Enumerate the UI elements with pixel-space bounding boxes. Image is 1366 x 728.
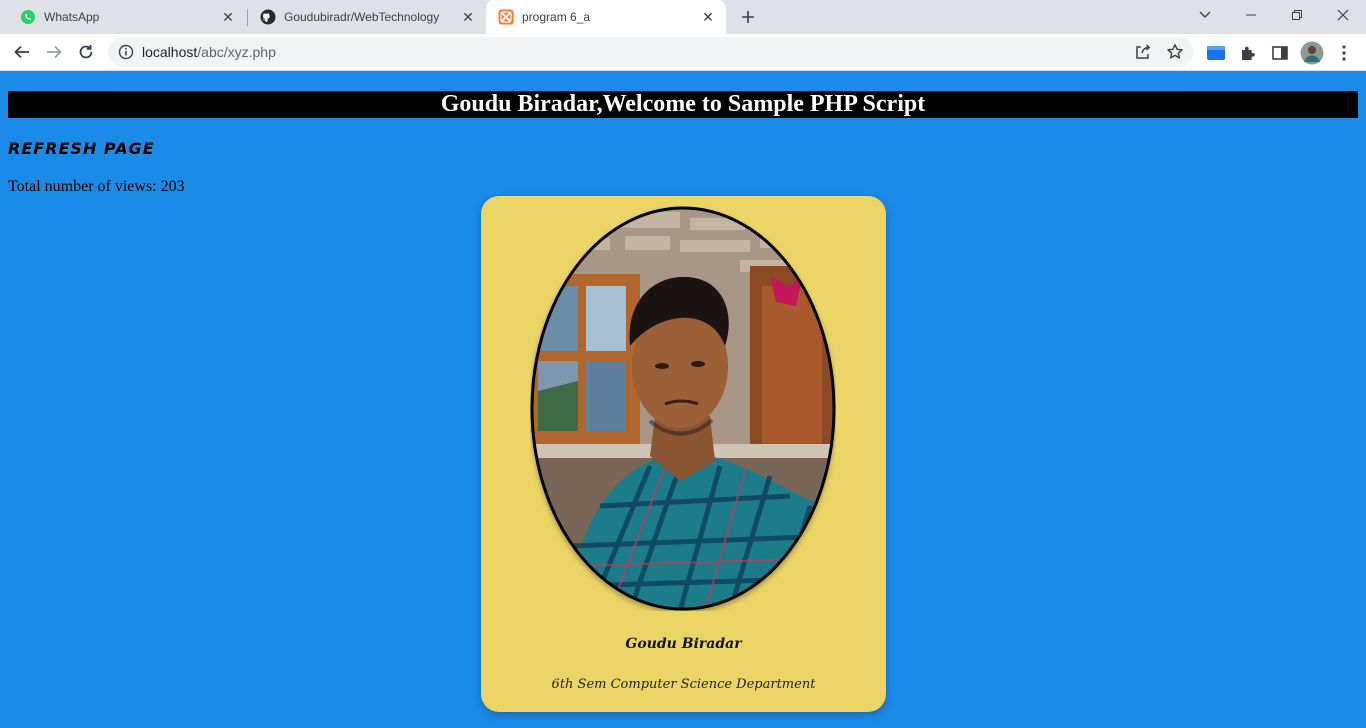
side-panel-icon[interactable]: [1270, 43, 1290, 63]
page-title: Goudu Biradar,Welcome to Sample PHP Scri…: [8, 91, 1358, 118]
avatar[interactable]: [1300, 41, 1324, 65]
view-counter: Total number of views: 203: [8, 178, 185, 195]
profile-card: Goudu Biradar 6th Sem Computer Science D…: [481, 196, 886, 712]
tab-title: program 6_a: [522, 10, 591, 24]
url-text: localhost/abc/xyz.php: [142, 44, 276, 60]
reload-icon: [79, 45, 93, 59]
url-host: localhost: [142, 44, 198, 60]
tab-strip: WhatsApp ✕ Goudubiradr/WebTechnology ✕ p…: [0, 0, 1366, 34]
whatsapp-icon: [20, 9, 36, 25]
tab-title: Goudubiradr/WebTechnology: [284, 10, 440, 24]
tab-github[interactable]: Goudubiradr/WebTechnology ✕: [248, 0, 486, 34]
restore-button[interactable]: [1274, 0, 1320, 30]
extension-icon[interactable]: [1206, 43, 1226, 63]
page-body: Goudu Biradar,Welcome to Sample PHP Scri…: [0, 71, 1366, 728]
close-icon[interactable]: ✕: [698, 7, 718, 27]
github-icon: [260, 9, 276, 25]
xampp-icon: [498, 9, 514, 25]
url-path: /abc/xyz.php: [197, 44, 276, 60]
puzzle-icon[interactable]: [1238, 43, 1258, 63]
minimize-button[interactable]: [1228, 0, 1274, 30]
tab-whatsapp[interactable]: WhatsApp ✕: [8, 0, 246, 34]
more-menu-icon[interactable]: [1334, 43, 1354, 63]
arrow-right-icon: [47, 45, 62, 59]
forward-button[interactable]: [40, 38, 68, 66]
refresh-page-link[interactable]: Refresh page: [8, 139, 155, 158]
close-icon[interactable]: ✕: [458, 7, 478, 27]
tab-program[interactable]: program 6_a ✕: [486, 0, 726, 34]
close-icon[interactable]: ✕: [218, 7, 238, 27]
tab-title: WhatsApp: [44, 10, 100, 24]
back-button[interactable]: [8, 38, 36, 66]
arrow-left-icon: [14, 45, 29, 59]
close-window-button[interactable]: [1320, 0, 1366, 30]
card-name: Goudu Biradar: [625, 636, 742, 652]
chevron-down-icon: [1199, 11, 1211, 18]
address-bar[interactable]: localhost/abc/xyz.php: [108, 37, 1194, 67]
bookmark-star-icon[interactable]: [1166, 43, 1184, 61]
info-icon[interactable]: [118, 44, 134, 60]
plus-icon: [742, 11, 754, 23]
minimize-icon: [1246, 14, 1256, 16]
profile-photo: [530, 206, 836, 611]
new-tab-button[interactable]: [736, 5, 760, 29]
share-icon[interactable]: [1134, 43, 1152, 61]
tab-search-button[interactable]: [1182, 0, 1228, 30]
restore-icon: [1292, 10, 1302, 20]
card-department: 6th Sem Computer Science Department: [551, 677, 816, 692]
browser-toolbar: localhost/abc/xyz.php: [0, 34, 1366, 71]
close-icon: [1337, 9, 1349, 21]
reload-button[interactable]: [72, 38, 100, 66]
